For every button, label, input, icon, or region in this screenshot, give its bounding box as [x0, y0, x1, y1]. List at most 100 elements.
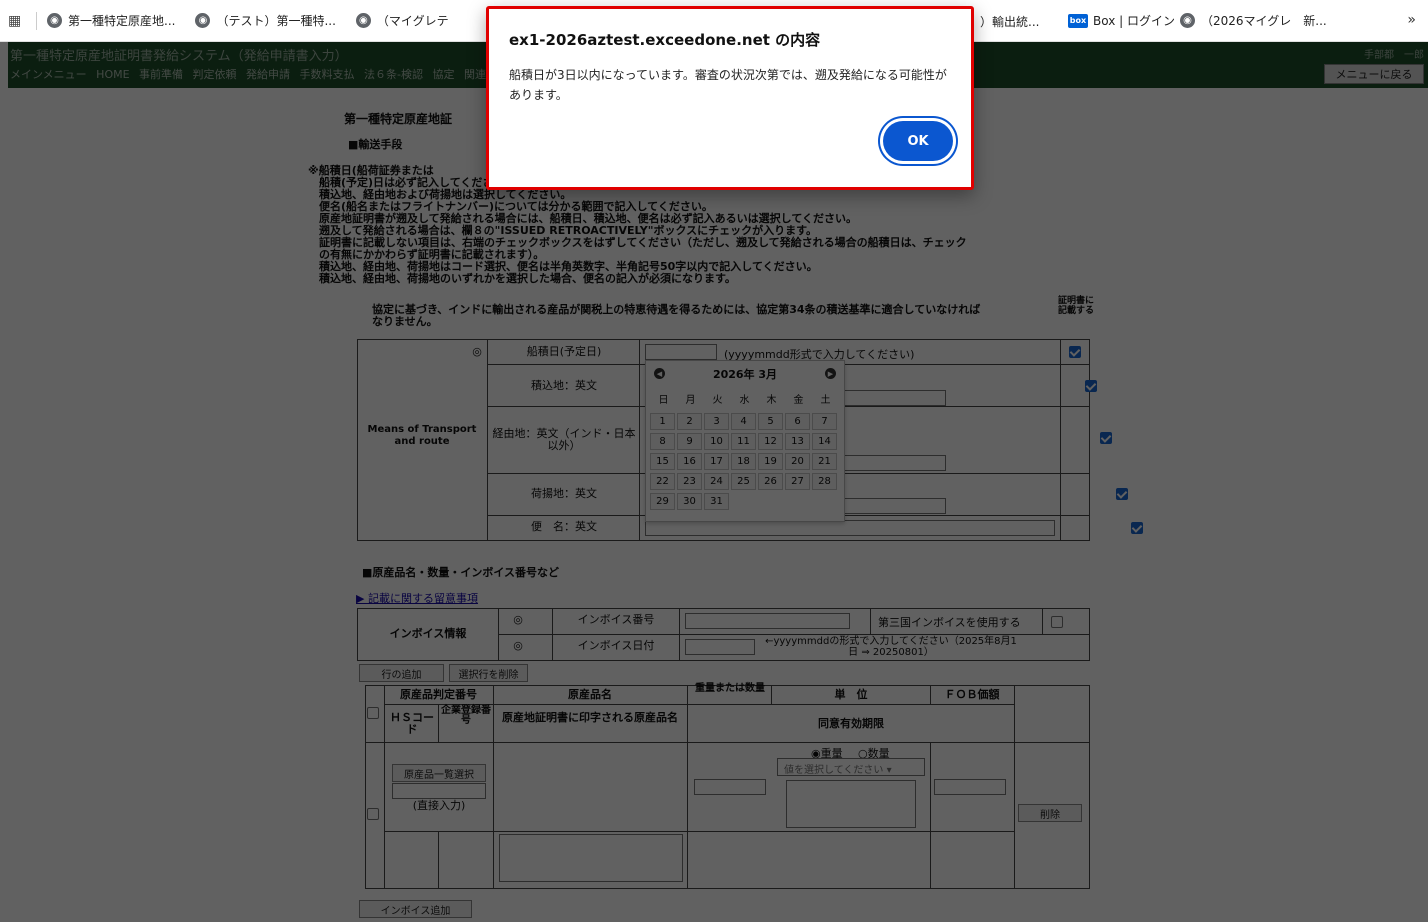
row-checkbox[interactable] [367, 808, 379, 820]
calendar-day[interactable]: 4 [731, 413, 756, 430]
prev-month-icon[interactable]: ◀ [654, 368, 665, 379]
calendar-day[interactable]: 24 [704, 473, 729, 490]
fob-input[interactable] [934, 779, 1006, 795]
invoice-info-label: インボイス情報 [389, 627, 467, 640]
calendar-day[interactable]: 16 [677, 453, 702, 470]
invoice-date-input[interactable] [685, 639, 755, 655]
globe-icon: ◉ [195, 13, 211, 28]
apps-grid-icon[interactable]: ▦ [8, 13, 32, 29]
calendar-day[interactable]: 31 [704, 493, 729, 510]
weekday-label: 火 [712, 395, 723, 406]
calendar-day[interactable]: 8 [650, 433, 675, 450]
calendar-day[interactable]: 2 [677, 413, 702, 430]
menu-back-button[interactable]: メニューに戻る [1324, 64, 1424, 84]
unloading-input[interactable] [840, 498, 946, 514]
calendar-day[interactable]: 26 [758, 473, 783, 490]
delete-row-button[interactable]: 削除 [1018, 804, 1082, 822]
via-label: 経由地：英文（インド・日本以外） [492, 427, 636, 452]
calendar-day[interactable]: 14 [812, 433, 837, 450]
calendar-day[interactable]: 17 [704, 453, 729, 470]
calendar-day[interactable]: 18 [731, 453, 756, 470]
unloading-cert-checkbox[interactable] [1115, 488, 1128, 500]
flight-input[interactable] [645, 520, 1055, 536]
bookmark-2[interactable]: ◉ （テスト）第一種特... [195, 12, 336, 29]
calendar-weekdays: 日月火水木金土 [650, 391, 839, 406]
alert-dialog: ex1-2026aztest.exceedone.net の内容 船積日が3日以… [486, 6, 974, 190]
bookmark-6[interactable]: ◉ （2026マイグレ 新... [1180, 12, 1327, 29]
calendar-day[interactable]: 23 [677, 473, 702, 490]
calendar-day[interactable]: 3 [704, 413, 729, 430]
col-unit: 単 位 [834, 688, 868, 701]
calendar-day[interactable]: 25 [731, 473, 756, 490]
nav-application[interactable]: 発給申請 [246, 68, 290, 81]
third-party-label: 第三国インボイスを使用する [878, 616, 1021, 629]
loading-cert-checkbox[interactable] [1084, 380, 1097, 392]
nav-fee[interactable]: 手数料支払 [300, 68, 355, 81]
required-mark: ◎ [472, 345, 482, 358]
print-name-textarea[interactable] [499, 834, 683, 882]
notes-link[interactable]: ▶ 記載に関する留意事項 [356, 590, 478, 606]
consent-textarea[interactable] [786, 780, 916, 828]
calendar-day[interactable]: 30 [677, 493, 702, 510]
weight-input[interactable] [694, 779, 766, 795]
dialog-title: ex1-2026aztest.exceedone.net の内容 [509, 31, 821, 49]
system-title: 第一種特定原産地証明書発給システム（発給申請書入力） [10, 49, 348, 64]
direct-input-field[interactable] [392, 783, 486, 799]
calendar-day[interactable]: 7 [812, 413, 837, 430]
means-of-transport-label: Means of Transport and route [367, 424, 477, 447]
flight-cert-checkbox[interactable] [1131, 522, 1143, 534]
bookmarks-more-icon[interactable]: » [1407, 12, 1416, 28]
bookmark-box[interactable]: box Box | ログイン [1068, 12, 1175, 29]
goods-heading: ■原産品名・数量・インボイス番号など [362, 566, 560, 579]
nav-agreement[interactable]: 協定 [433, 68, 455, 81]
ship-date-cert-checkbox[interactable] [1069, 346, 1081, 358]
calendar-day[interactable]: 28 [812, 473, 837, 490]
calendar-day[interactable]: 12 [758, 433, 783, 450]
bookmarks-separator [36, 11, 37, 30]
third-party-checkbox[interactable] [1051, 616, 1063, 628]
calendar-days: 1 2 3 4 5 6 7 8 9 10 11 12 13 14 15 16 17 18 19 20 21 22 23 24 2… [650, 413, 837, 510]
nav-preparation[interactable]: 事前準備 [139, 68, 183, 81]
add-row-button[interactable]: 行の追加 [359, 664, 444, 682]
calendar-day[interactable]: 1 [650, 413, 675, 430]
calendar-day[interactable]: 21 [812, 453, 837, 470]
calendar-day[interactable]: 9 [677, 433, 702, 450]
weekday-label: 日 [658, 395, 669, 406]
via-input[interactable] [840, 455, 946, 471]
product-list-select-button[interactable]: 原産品一覧選択 [392, 764, 486, 782]
calendar-day[interactable]: 5 [758, 413, 783, 430]
next-month-icon[interactable]: ▶ [825, 368, 836, 379]
globe-icon: ◉ [47, 13, 62, 28]
calendar-day[interactable]: 13 [785, 433, 810, 450]
globe-icon: ◉ [1180, 13, 1195, 28]
loading-input[interactable] [840, 390, 946, 406]
calendar-day[interactable]: 27 [785, 473, 810, 490]
calendar-day[interactable]: 20 [785, 453, 810, 470]
calendar-day[interactable]: 6 [785, 413, 810, 430]
delete-selected-button[interactable]: 選択行を削除 [449, 664, 528, 682]
main-nav: メインメニュー HOME 事前準備 判定依頼 発給申請 手数料支払 法６条-検認… [10, 66, 492, 82]
main-content: 第一種特定原産地証 ■輸送手段 ※船積日(船荷証券または 船積(予定)日は必ず記… [8, 88, 1428, 922]
calendar-day[interactable]: 22 [650, 473, 675, 490]
add-invoice-button[interactable]: インボイス追加 [359, 900, 472, 918]
calendar-day[interactable]: 15 [650, 453, 675, 470]
nav-main-menu[interactable]: メインメニュー [10, 68, 87, 81]
calendar-day[interactable]: 11 [731, 433, 756, 450]
ship-date-input[interactable] [645, 344, 717, 360]
calendar-day[interactable]: 19 [758, 453, 783, 470]
bookmark-4[interactable]: ）輸出統... [980, 13, 1039, 30]
nav-home[interactable]: HOME [96, 68, 129, 81]
nav-related[interactable]: 関連 [464, 68, 486, 81]
bookmark-3[interactable]: ◉ （マイグレテ [355, 12, 449, 29]
unit-select[interactable]: 値を選択してください ▾ [777, 758, 925, 776]
nav-article6[interactable]: 法６条-検認 [364, 68, 423, 81]
calendar-day[interactable]: 29 [650, 493, 675, 510]
select-all-checkbox[interactable] [367, 707, 379, 719]
ok-button[interactable]: OK [883, 121, 953, 161]
via-cert-checkbox[interactable] [1100, 432, 1112, 444]
box-logo-icon: box [1068, 13, 1088, 28]
nav-judgment[interactable]: 判定依頼 [193, 68, 237, 81]
invoice-no-input[interactable] [685, 613, 850, 629]
bookmark-1[interactable]: ◉ 第一種特定原産地... [47, 12, 175, 29]
calendar-day[interactable]: 10 [704, 433, 729, 450]
